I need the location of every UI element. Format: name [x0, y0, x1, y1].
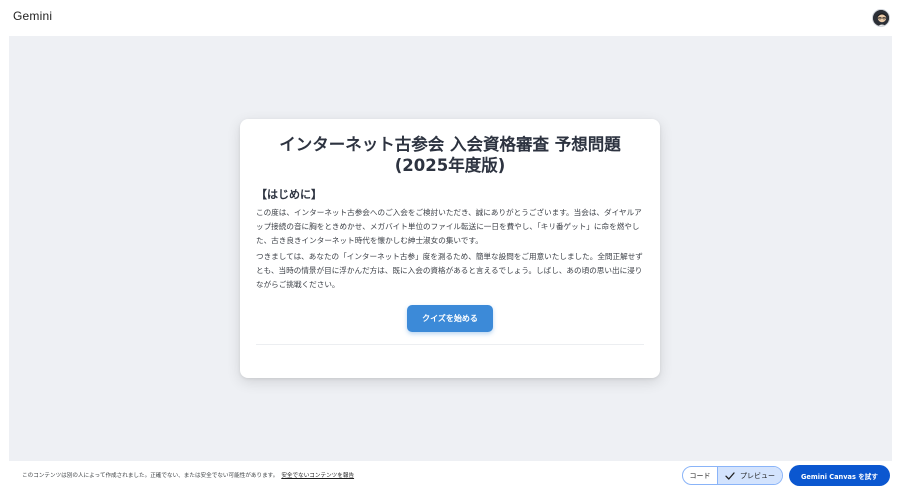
preview-stage: インターネット古参会 入会資格審査 予想問題 (2025年度版) 【はじめに】 … [9, 36, 892, 461]
section-heading: 【はじめに】 [256, 188, 322, 201]
preview-tab[interactable]: プレビュー [718, 467, 782, 484]
code-tab-label: コード [689, 471, 711, 480]
intro-paragraph-2: つきましては、あなたの「インターネット古参」度を測るため、簡単な設問をご用意いた… [256, 252, 643, 289]
try-gemini-canvas-button[interactable]: Gemini Canvas を試す [789, 465, 890, 486]
code-tab[interactable]: コード [683, 467, 718, 484]
preview-tab-label: プレビュー [740, 471, 775, 480]
content-notice-text: このコンテンツは別の人によって作成されました。正確でない、または安全でない可能性… [22, 473, 279, 479]
user-avatar-icon[interactable] [872, 9, 890, 27]
intro-paragraph-1: この度は、インターネット古参会へのご入会をご検討いただき、誠にありがとうございま… [256, 208, 642, 245]
code-preview-toggle: コード プレビュー [682, 466, 783, 485]
start-quiz-button[interactable]: クイズを始める [407, 305, 493, 332]
content-notice: このコンテンツは別の人によって作成されました。正確でない、または安全でない可能性… [22, 471, 354, 479]
page-title: インターネット古参会 入会資格審査 予想問題 (2025年度版) [279, 135, 621, 175]
check-icon [725, 471, 735, 480]
app-title: Gemini [13, 9, 53, 23]
quiz-intro-card: インターネット古参会 入会資格審査 予想問題 (2025年度版) 【はじめに】 … [240, 119, 660, 378]
card-divider [256, 344, 644, 345]
report-unsafe-content-link[interactable]: 安全でないコンテンツを報告 [281, 473, 354, 479]
top-bar: Gemini [0, 0, 900, 36]
